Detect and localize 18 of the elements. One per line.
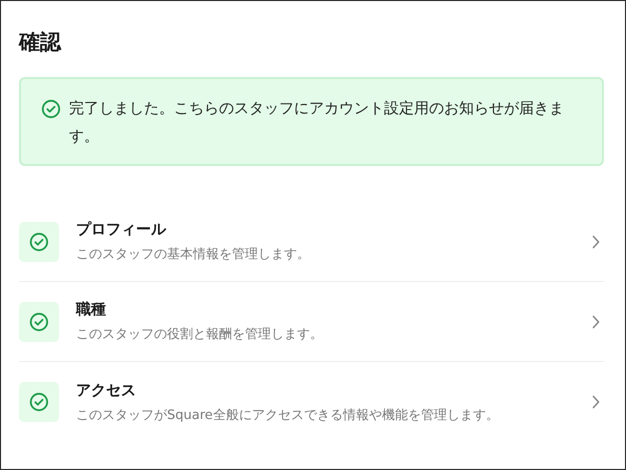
settings-row[interactable]: プロフィール このスタッフの基本情報を管理します。 [19,202,604,282]
check-circle-icon [29,232,49,252]
row-title: 職種 [76,300,107,319]
row-description: このスタッフの基本情報を管理します。 [76,246,311,263]
row-title: アクセス [76,380,137,400]
chevron-icon [592,234,600,248]
check-circle-icon [29,392,49,412]
check-circle-icon [41,99,61,119]
chevron-icon [592,314,600,328]
check-circle-icon [29,312,49,332]
settings-row[interactable]: 職種 このスタッフの役割と報酬を管理します。 [19,282,604,362]
banner-message: 完了しました。こちらのスタッフにアカウント設定用のお知らせが届きます。 [69,98,565,147]
settings-row[interactable]: アクセス このスタッフがSquare全般にアクセスできる情報や機能を管理します。 [19,362,604,442]
row-description: このスタッフの役割と報酬を管理します。 [76,326,324,343]
row-description: このスタッフがSquare全般にアクセスできる情報や機能を管理します。 [76,406,500,424]
chevron-icon [592,395,600,409]
row-title: プロフィール [76,220,168,239]
page-title: 確認 [19,29,62,55]
